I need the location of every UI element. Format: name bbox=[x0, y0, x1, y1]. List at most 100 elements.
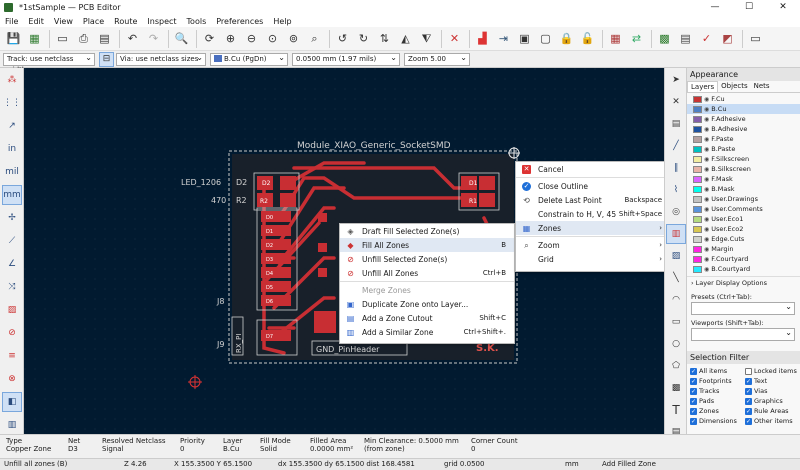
zoom-select[interactable]: Zoom 5.00 bbox=[404, 52, 470, 66]
viewports-select[interactable] bbox=[691, 327, 795, 341]
layer-color-swatch[interactable] bbox=[693, 185, 702, 193]
update-pcb-icon[interactable]: ⇄ bbox=[627, 29, 646, 48]
eye-icon[interactable]: ◉ bbox=[704, 156, 709, 163]
add-via-icon[interactable]: ◎ bbox=[666, 202, 686, 222]
fill-all-zones-item[interactable]: ◆ Fill All Zones B bbox=[340, 238, 514, 252]
eye-icon[interactable]: ◉ bbox=[704, 166, 709, 173]
draft-fill-zones-item[interactable]: ◈ Draft Fill Selected Zone(s) bbox=[340, 224, 514, 238]
zoom-selection-icon[interactable]: ⌕ bbox=[305, 29, 324, 48]
3d-viewer-icon[interactable]: ◩ bbox=[718, 29, 737, 48]
selection-filter-item[interactable]: ✓ Rule Areas bbox=[745, 406, 800, 416]
ungroup-icon[interactable]: ▢ bbox=[536, 29, 555, 48]
add-arc-icon[interactable]: ◠ bbox=[666, 290, 686, 310]
layer-color-swatch[interactable] bbox=[693, 95, 702, 103]
checkbox[interactable]: ✓ bbox=[745, 407, 752, 415]
close-outline-item[interactable]: ✓ Close Outline bbox=[516, 179, 670, 193]
layer-row[interactable]: ◉ User.Drawings bbox=[687, 194, 800, 204]
drc-markers-icon[interactable]: ⁂ bbox=[2, 70, 22, 90]
undo-icon[interactable]: ↶ bbox=[123, 29, 142, 48]
via-size-select[interactable]: Via: use netclass sizes bbox=[116, 52, 206, 66]
checkbox[interactable]: ✓ bbox=[690, 387, 697, 395]
menu-place[interactable]: Place bbox=[78, 17, 109, 26]
layer-color-swatch[interactable] bbox=[693, 235, 702, 243]
via-outline-icon[interactable]: ⊗ bbox=[2, 369, 22, 389]
add-zone-cutout-item[interactable]: ▤ Add a Zone Cutout Shift+C bbox=[340, 311, 514, 325]
layer-row[interactable]: ◉ F.Silkscreen bbox=[687, 154, 800, 164]
layer-color-swatch[interactable] bbox=[693, 165, 702, 173]
add-footprint-icon[interactable]: ▤ bbox=[666, 114, 686, 134]
netlist-icon[interactable]: ▦ bbox=[606, 29, 625, 48]
layer-pair-icon[interactable]: ▟ bbox=[473, 29, 492, 48]
selection-filter-item[interactable]: ✓ Pads bbox=[690, 396, 745, 406]
add-rule-area-icon[interactable]: ▨ bbox=[666, 246, 686, 266]
add-rectangle-icon[interactable]: ▭ bbox=[666, 312, 686, 332]
zoom-item[interactable]: ⌕ Zoom › bbox=[516, 238, 670, 252]
flip-icon[interactable]: ⇅ bbox=[375, 29, 394, 48]
zoom-out-icon[interactable]: ⊖ bbox=[242, 29, 261, 48]
selection-filter-item[interactable]: ✓ Text bbox=[745, 376, 800, 386]
eye-icon[interactable]: ◉ bbox=[704, 266, 709, 273]
mirror-v-icon[interactable]: ⧨ bbox=[417, 29, 436, 48]
track-outline-icon[interactable]: ≡ bbox=[2, 346, 22, 366]
auto-width-icon[interactable]: ⊟ bbox=[99, 51, 114, 67]
eye-icon[interactable]: ◉ bbox=[704, 196, 709, 203]
eye-icon[interactable]: ◉ bbox=[704, 246, 709, 253]
selection-filter-item[interactable]: ✓ All items bbox=[690, 366, 745, 376]
zoom-objects-icon[interactable]: ⊚ bbox=[284, 29, 303, 48]
net-highlight-icon[interactable]: ▥ bbox=[2, 415, 22, 435]
align-icon[interactable]: ⇥ bbox=[494, 29, 513, 48]
layer-display-options[interactable]: › Layer Display Options bbox=[687, 276, 800, 289]
maximize-button[interactable]: ☐ bbox=[732, 0, 766, 15]
print-icon[interactable]: ⎙ bbox=[74, 29, 93, 48]
page-settings-icon[interactable]: ▭ bbox=[53, 29, 72, 48]
eye-icon[interactable]: ◉ bbox=[704, 226, 709, 233]
layer-color-swatch[interactable] bbox=[693, 265, 702, 273]
layer-row[interactable]: ◉ B.Adhesive bbox=[687, 124, 800, 134]
select-icon[interactable]: ➤ bbox=[666, 70, 686, 90]
eye-icon[interactable]: ◉ bbox=[704, 206, 709, 213]
add-similar-zone-item[interactable]: ▥ Add a Similar Zone Ctrl+Shift+. bbox=[340, 325, 514, 339]
layer-color-swatch[interactable] bbox=[693, 245, 702, 253]
eye-icon[interactable]: ◉ bbox=[704, 136, 709, 143]
pad-outline-icon[interactable]: ⊘ bbox=[2, 323, 22, 343]
unfill-selected-zones-item[interactable]: ⊘ Unfill Selected Zone(s) bbox=[340, 252, 514, 266]
checkbox[interactable] bbox=[745, 367, 752, 375]
eye-icon[interactable]: ◉ bbox=[704, 116, 709, 123]
checkbox[interactable]: ✓ bbox=[745, 417, 752, 425]
menu-route[interactable]: Route bbox=[109, 17, 142, 26]
layer-row[interactable]: ◉ B.Mask bbox=[687, 184, 800, 194]
high-contrast-icon[interactable]: ◧ bbox=[2, 392, 22, 412]
layer-row[interactable]: ◉ User.Eco2 bbox=[687, 224, 800, 234]
refresh-icon[interactable]: ⟳ bbox=[200, 29, 219, 48]
layer-row[interactable]: ◉ B.Courtyard bbox=[687, 264, 800, 274]
add-line-icon[interactable]: ╲ bbox=[666, 268, 686, 288]
selection-filter-item[interactable]: ✓ Tracks bbox=[690, 386, 745, 396]
lock-icon[interactable]: 🔒 bbox=[557, 29, 576, 48]
checkbox[interactable]: ✓ bbox=[745, 387, 752, 395]
mil-units-icon[interactable]: mil bbox=[2, 162, 22, 182]
selection-filter-item[interactable]: ✓ Dimensions bbox=[690, 416, 745, 426]
selection-filter-item[interactable]: ✓ Graphics bbox=[745, 396, 800, 406]
menu-help[interactable]: Help bbox=[268, 17, 296, 26]
constrain-item[interactable]: Constrain to H, V, 45 Shift+Space bbox=[516, 207, 670, 221]
layer-color-swatch[interactable] bbox=[693, 255, 702, 263]
close-button[interactable]: ✕ bbox=[766, 0, 800, 15]
grid-select[interactable]: 0.0500 mm (1.97 mils) bbox=[292, 52, 400, 66]
layer-row[interactable]: ◉ Margin bbox=[687, 244, 800, 254]
zoom-in-icon[interactable]: ⊕ bbox=[221, 29, 240, 48]
cursor-icon[interactable]: ✢ bbox=[2, 208, 22, 228]
layer-color-swatch[interactable] bbox=[693, 225, 702, 233]
add-circle-icon[interactable]: ○ bbox=[666, 334, 686, 354]
menu-file[interactable]: File bbox=[0, 17, 23, 26]
zoom-fit-icon[interactable]: ⊙ bbox=[263, 29, 282, 48]
hide-ratsnest-icon[interactable]: ⤨ bbox=[2, 277, 22, 297]
selection-filter-item[interactable]: ✓ Other items bbox=[745, 416, 800, 426]
route-track-icon[interactable]: ╱ bbox=[666, 136, 686, 156]
grid-toggle-icon[interactable]: ⋮⋮ bbox=[2, 93, 22, 113]
zones-item[interactable]: ▦ Zones › bbox=[516, 221, 670, 235]
layer-color-swatch[interactable] bbox=[693, 115, 702, 123]
board-setup-icon[interactable]: ▦ bbox=[25, 29, 44, 48]
grid-item[interactable]: Grid › bbox=[516, 252, 670, 266]
group-icon[interactable]: ▣ bbox=[515, 29, 534, 48]
tab-nets[interactable]: Nets bbox=[751, 81, 773, 92]
